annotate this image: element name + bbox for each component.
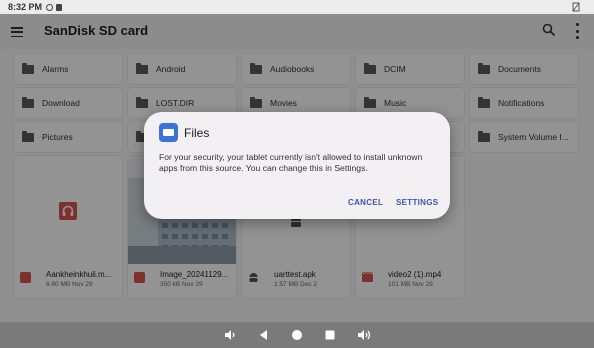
status-time: 8:32 PM [8, 2, 43, 12]
volume-down-icon[interactable] [222, 327, 238, 343]
volume-up-icon[interactable] [356, 327, 372, 343]
no-signal-icon [572, 2, 580, 12]
sd-card-icon [56, 3, 63, 11]
cancel-button[interactable]: CANCEL [348, 198, 383, 207]
install-blocked-dialog: Files For your security, your tablet cur… [144, 112, 450, 219]
back-icon[interactable] [256, 327, 272, 343]
navigation-bar [0, 322, 594, 348]
home-icon[interactable] [289, 327, 305, 343]
files-app-icon [159, 123, 178, 142]
sync-icon [46, 3, 54, 11]
dialog-title: Files [184, 126, 210, 140]
recents-icon[interactable] [322, 327, 338, 343]
status-bar: 8:32 PM [0, 0, 594, 14]
dialog-message: For your security, your tablet currently… [159, 152, 423, 173]
settings-button[interactable]: SETTINGS [396, 198, 438, 207]
